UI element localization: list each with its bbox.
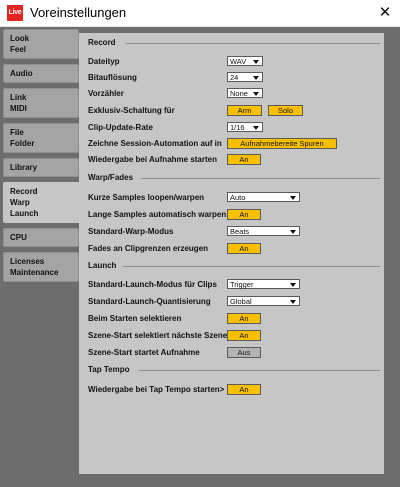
section-heading-tap-tempo: Tap Tempo xyxy=(88,365,130,374)
tap-tempo-start-toggle[interactable]: An xyxy=(227,384,261,395)
chevron-down-icon xyxy=(253,76,259,80)
chevron-down-icon xyxy=(253,60,259,64)
create-fades-label: Fades an Clipgrenzen erzeugen xyxy=(88,244,209,253)
tab-look-feel[interactable]: Look Feel xyxy=(3,29,79,59)
tab-audio[interactable]: Audio xyxy=(3,64,79,83)
tab-label: MIDI xyxy=(10,104,27,113)
start-playback-record-label: Wiedergabe bei Aufnahme starten xyxy=(88,155,217,164)
select-on-launch-label: Beim Starten selektieren xyxy=(88,314,182,323)
tab-label: CPU xyxy=(10,233,27,242)
file-type-value: WAV xyxy=(230,57,247,66)
count-in-value: None xyxy=(230,89,248,98)
tab-label: Library xyxy=(10,163,38,172)
section-divider xyxy=(125,43,380,44)
tab-label: Folder xyxy=(10,139,35,148)
tab-library[interactable]: Library xyxy=(3,158,79,177)
tab-label: Licenses xyxy=(10,257,45,266)
tab-licenses-maintenance[interactable]: Licenses Maintenance xyxy=(3,252,79,282)
tab-label: File xyxy=(10,128,24,137)
bit-depth-label: Bitauflösung xyxy=(88,73,137,82)
section-divider xyxy=(141,178,380,179)
tab-label: Maintenance xyxy=(10,268,59,277)
close-icon[interactable]: ✕ xyxy=(370,0,400,26)
section-heading-record: Record xyxy=(88,38,116,47)
scene-record-label: Szene-Start startet Aufnahme xyxy=(88,348,200,357)
default-warp-mode-dropdown[interactable]: Beats xyxy=(227,226,300,236)
launch-mode-dropdown[interactable]: Trigger xyxy=(227,279,300,289)
sidebar: Look Feel Audio Link MIDI File Folder Li… xyxy=(3,29,95,287)
section-heading-warp: Warp/Fades xyxy=(88,173,134,182)
select-next-scene-label: Szene-Start selektiert nächste Szene xyxy=(88,331,228,340)
clip-update-rate-dropdown[interactable]: 1/16 xyxy=(227,122,263,132)
launch-quantization-label: Standard-Launch-Quantisierung xyxy=(88,297,211,306)
launch-mode-label: Standard-Launch-Modus für Clips xyxy=(88,280,217,289)
bit-depth-dropdown[interactable]: 24 xyxy=(227,72,263,82)
launch-quantization-dropdown[interactable]: Global xyxy=(227,296,300,306)
start-playback-record-toggle[interactable]: An xyxy=(227,154,261,165)
chevron-down-icon xyxy=(253,126,259,130)
chevron-down-icon xyxy=(253,92,259,96)
chevron-down-icon xyxy=(290,196,296,200)
clip-update-rate-label: Clip-Update-Rate xyxy=(88,123,153,132)
live-app-icon: Live xyxy=(7,5,23,21)
preferences-frame: Look Feel Audio Link MIDI File Folder Li… xyxy=(0,27,400,487)
launch-quantization-value: Global xyxy=(230,297,252,306)
file-type-dropdown[interactable]: WAV xyxy=(227,56,263,66)
automation-record-label: Zeichne Session-Automation auf in xyxy=(88,139,222,148)
tab-label: Warp xyxy=(10,198,30,207)
tab-file-folder[interactable]: File Folder xyxy=(3,123,79,153)
settings-panel: Record Dateityp WAV Bitauflösung 24 Vorz… xyxy=(79,33,384,474)
chevron-down-icon xyxy=(290,300,296,304)
tab-label: Link xyxy=(10,93,27,102)
section-divider xyxy=(123,266,380,267)
launch-mode-value: Trigger xyxy=(230,280,254,289)
loop-warp-dropdown[interactable]: Auto xyxy=(227,192,300,202)
create-fades-toggle[interactable]: An xyxy=(227,243,261,254)
bit-depth-value: 24 xyxy=(230,73,239,82)
section-heading-launch: Launch xyxy=(88,261,117,270)
loop-warp-label: Kurze Samples loopen/warpen xyxy=(88,193,205,202)
title-bar: Live Voreinstellungen ✕ xyxy=(0,0,400,27)
tab-cpu[interactable]: CPU xyxy=(3,228,79,247)
tab-link-midi[interactable]: Link MIDI xyxy=(3,88,79,118)
tap-tempo-start-label: Wiedergabe bei Tap Tempo starten> xyxy=(88,385,225,394)
select-next-scene-toggle[interactable]: An xyxy=(227,330,261,341)
automation-record-toggle[interactable]: Aufnahmebereite Spuren xyxy=(227,138,337,149)
tab-label: Feel xyxy=(10,45,27,54)
tab-label: Audio xyxy=(10,69,33,78)
exclusive-label: Exklusiv-Schaltung für xyxy=(88,106,175,115)
default-warp-mode-value: Beats xyxy=(230,227,250,236)
tab-label: Look xyxy=(10,34,30,43)
chevron-down-icon xyxy=(290,230,296,234)
count-in-label: Vorzähler xyxy=(88,89,124,98)
window-title: Voreinstellungen xyxy=(30,5,127,20)
auto-warp-label: Lange Samples automatisch warpen xyxy=(88,210,227,219)
select-on-launch-toggle[interactable]: An xyxy=(227,313,261,324)
count-in-dropdown[interactable]: None xyxy=(227,88,263,98)
exclusive-solo-toggle[interactable]: Solo xyxy=(268,105,303,116)
file-type-label: Dateityp xyxy=(88,57,120,66)
exclusive-arm-toggle[interactable]: Arm xyxy=(227,105,262,116)
scene-record-toggle[interactable]: Aus xyxy=(227,347,261,358)
auto-warp-toggle[interactable]: An xyxy=(227,209,261,220)
chevron-down-icon xyxy=(290,283,296,287)
tab-label: Launch xyxy=(10,209,39,218)
loop-warp-value: Auto xyxy=(230,193,246,202)
tab-label: Record xyxy=(10,187,38,196)
default-warp-mode-label: Standard-Warp-Modus xyxy=(88,227,174,236)
section-divider xyxy=(139,370,380,371)
clip-update-rate-value: 1/16 xyxy=(230,123,245,132)
